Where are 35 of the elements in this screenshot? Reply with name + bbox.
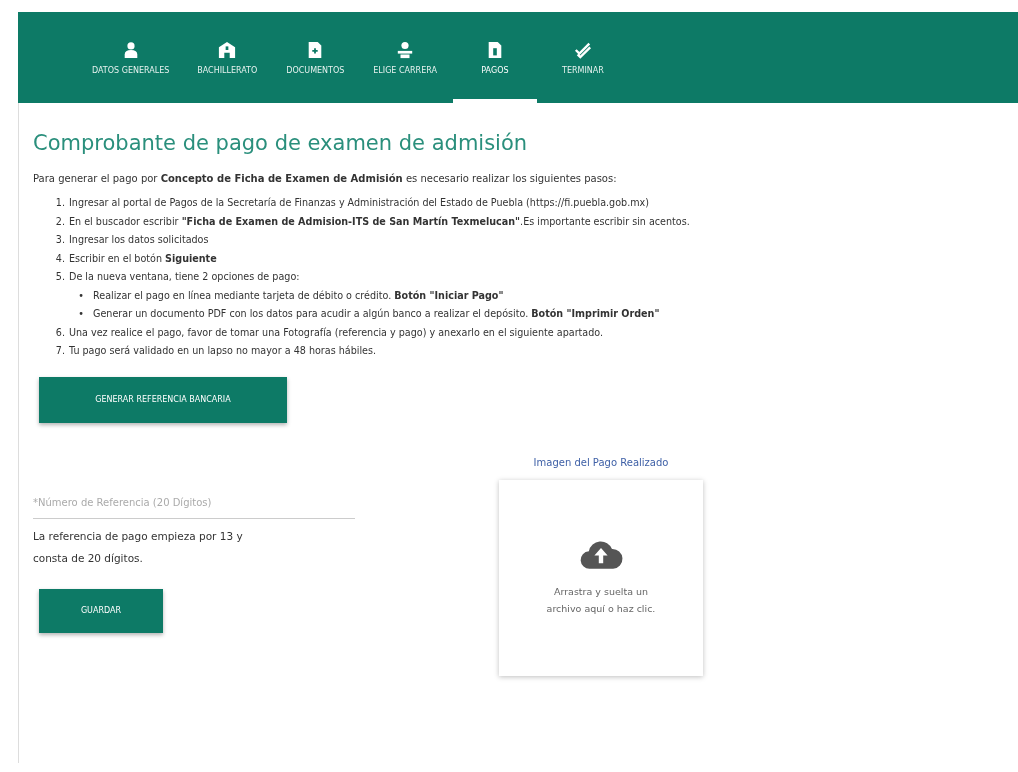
double-check-icon <box>573 40 592 60</box>
step-number: 2. <box>55 214 65 229</box>
step-text: Una vez realice el pago, favor de tomar una Fotografía (referencia y pago) y anexarlo en el siguiente apartado. <box>69 325 604 340</box>
nav-tab[interactable]: DATOS GENERALES <box>80 12 182 103</box>
step-text: Tu pago será validado en un lapso no mayor a 48 horas hábiles. <box>69 344 377 358</box>
nav-tab[interactable]: BACHILLERATO <box>185 12 270 103</box>
payment-option-text: Realizar el pago en línea mediante tarjeta de débito o crédito. Botón "Iniciar Pago" <box>93 288 504 303</box>
reference-hint: La referencia de pago empieza por 13 y consta de 20 dígitos. <box>33 528 244 566</box>
building-icon <box>218 40 237 60</box>
generate-reference-button[interactable]: GENERAR REFERENCIA BANCARIA <box>39 376 287 423</box>
nav-tab[interactable]: DOCUMENTOS <box>273 12 358 103</box>
step-number: 3. <box>55 233 65 247</box>
page-title: Comprobante de pago de examen de admisión <box>33 131 529 155</box>
file-drop-zone[interactable]: Arrastra y suelta un archivo aquí o haz clic. <box>499 479 703 676</box>
cloud-upload-icon <box>579 538 623 571</box>
bullet: • <box>77 307 85 321</box>
instructions-intro: Para generar el pago por Concepto de Ficha de Examen de Admisión es necesario realizar los siguientes pasos: <box>33 173 618 184</box>
payment-option-text: Generar un documento PDF con los datos para acudir a algún banco a realizar el depósito. Botón "Imprimir Orden" <box>93 307 660 321</box>
save-button[interactable]: GUARDAR <box>39 588 163 633</box>
person-desk-icon <box>396 40 415 60</box>
step-number: 5. <box>55 270 65 284</box>
step-number: 6. <box>55 325 65 340</box>
step-number: 1. <box>55 196 65 210</box>
step-text: Escribir en el botón Siguiente <box>69 251 217 266</box>
nav-tab[interactable]: PAGOS <box>452 12 537 103</box>
upload-label: Imagen del Pago Realizado <box>533 456 669 468</box>
bullet: • <box>77 288 85 303</box>
step-text: De la nueva ventana, tiene 2 opciones de pago: <box>69 270 300 284</box>
step-number: 4. <box>55 251 65 266</box>
nav-tab[interactable]: TERMINAR <box>540 12 625 103</box>
step-text: Ingresar los datos solicitados <box>69 233 209 247</box>
step-number: 7. <box>55 344 65 358</box>
step-text: En el buscador escribir "Ficha de Examen de Admision-ITS de San Martín Texmelucan".Es importante escribir sin acentos. <box>69 214 690 229</box>
step-text: Ingresar al portal de Pagos de la Secretaría de Finanzas y Administración del Estado de Puebla (https://fi.puebla.gob.mx) <box>69 196 649 210</box>
nav-tab[interactable]: ELIGE CARRERA <box>361 12 449 103</box>
